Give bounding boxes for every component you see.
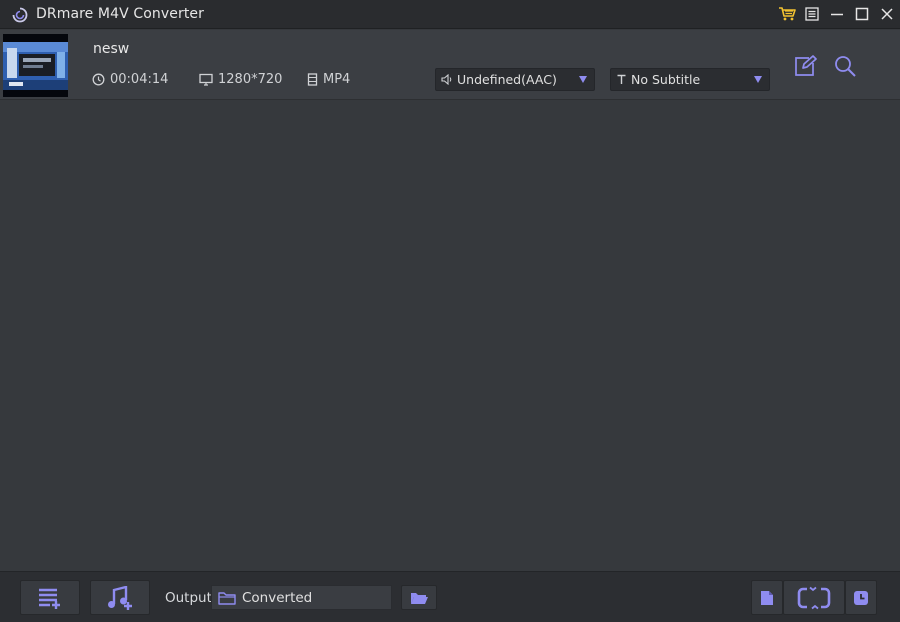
maximize-icon bbox=[855, 7, 869, 21]
minimize-button[interactable] bbox=[826, 4, 848, 24]
output-path-text: Converted bbox=[242, 589, 313, 606]
cart-icon bbox=[779, 7, 796, 21]
title-bar: DRmare M4V Converter bbox=[0, 0, 900, 29]
audio-track-dropdown[interactable]: Undefined(AAC) bbox=[435, 68, 595, 91]
add-music-icon bbox=[108, 585, 132, 610]
add-files-button[interactable] bbox=[20, 580, 80, 615]
file-format-icon bbox=[307, 73, 318, 86]
minimize-icon bbox=[831, 13, 843, 16]
chevron-down-icon bbox=[754, 76, 762, 83]
open-folder-button[interactable] bbox=[401, 585, 437, 610]
convert-button[interactable] bbox=[783, 580, 845, 615]
window-title: DRmare M4V Converter bbox=[36, 6, 204, 22]
subtitle-value: No Subtitle bbox=[631, 72, 701, 87]
search-button[interactable] bbox=[833, 54, 857, 78]
clock-icon bbox=[92, 73, 105, 86]
open-folder-icon bbox=[411, 592, 428, 604]
close-icon bbox=[881, 8, 893, 20]
format-meta: MP4 bbox=[307, 72, 350, 87]
cart-button[interactable] bbox=[776, 4, 798, 24]
output-label: Output: bbox=[165, 590, 217, 606]
subtitle-dropdown[interactable]: No Subtitle bbox=[610, 68, 770, 91]
output-path-field[interactable]: Converted bbox=[211, 585, 392, 610]
folder-icon bbox=[218, 591, 236, 605]
edit-button[interactable] bbox=[793, 54, 817, 78]
file-list-area bbox=[0, 101, 900, 571]
format-text: MP4 bbox=[323, 72, 351, 87]
monitor-icon bbox=[199, 73, 213, 86]
add-list-icon bbox=[39, 588, 60, 609]
close-button[interactable] bbox=[876, 4, 898, 24]
duration-text: 00:04:14 bbox=[110, 72, 169, 87]
edit-icon bbox=[795, 55, 817, 76]
app-logo-icon bbox=[12, 7, 28, 23]
file-item-row[interactable]: nesw 00:04:14 1280*720 MP4 Undefined(AAC… bbox=[0, 30, 900, 100]
resolution-text: 1280*720 bbox=[218, 72, 283, 87]
duration-meta: 00:04:14 bbox=[92, 72, 168, 87]
video-thumbnail bbox=[3, 34, 68, 97]
add-audio-button[interactable] bbox=[90, 580, 150, 615]
convert-icon bbox=[797, 585, 831, 610]
maximize-button[interactable] bbox=[851, 4, 873, 24]
bottom-toolbar: Output: Converted bbox=[0, 571, 900, 622]
text-icon bbox=[617, 74, 626, 84]
history-button[interactable] bbox=[845, 580, 877, 615]
clock-icon bbox=[854, 590, 868, 605]
speaker-icon bbox=[441, 74, 452, 85]
menu-button[interactable] bbox=[801, 4, 823, 24]
chevron-down-icon bbox=[579, 76, 587, 83]
document-icon bbox=[761, 590, 773, 605]
new-file-button[interactable] bbox=[751, 580, 783, 615]
resolution-meta: 1280*720 bbox=[199, 72, 282, 87]
search-icon bbox=[835, 56, 856, 77]
menu-icon bbox=[805, 7, 819, 21]
audio-track-value: Undefined(AAC) bbox=[457, 72, 557, 87]
file-name: nesw bbox=[93, 41, 130, 57]
